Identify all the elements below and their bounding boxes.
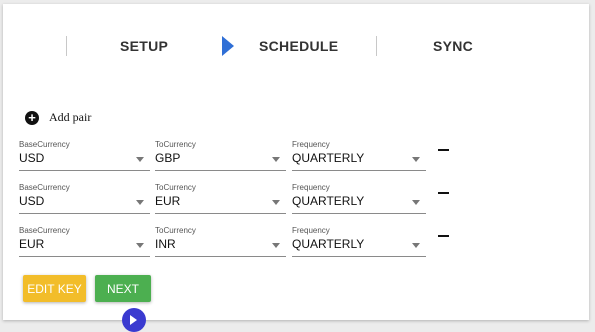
field-label: ToCurrency xyxy=(155,140,196,149)
field-label: Frequency xyxy=(292,183,330,192)
chevron-down-icon xyxy=(136,157,144,162)
field-label: BaseCurrency xyxy=(19,183,70,192)
step-divider xyxy=(66,36,67,56)
chevron-down-icon xyxy=(136,200,144,205)
remove-pair-icon[interactable] xyxy=(438,149,449,151)
field-value: QUARTERLY xyxy=(292,237,365,251)
main-card: SETUP SCHEDULE SYNC + Add pair BaseCurre… xyxy=(3,4,589,320)
chevron-down-icon xyxy=(412,157,420,162)
field-value: QUARTERLY xyxy=(292,151,365,165)
currency-pair-row: BaseCurrency EUR ToCurrency INR Frequenc… xyxy=(3,226,589,264)
field-label: BaseCurrency xyxy=(19,140,70,149)
step-divider xyxy=(376,36,377,56)
field-value: GBP xyxy=(155,151,181,165)
field-label: Frequency xyxy=(292,226,330,235)
field-value: EUR xyxy=(19,237,45,251)
chevron-down-icon xyxy=(412,243,420,248)
field-label: Frequency xyxy=(292,140,330,149)
base-currency-select[interactable]: BaseCurrency USD xyxy=(19,140,150,171)
chevron-down-icon xyxy=(412,200,420,205)
step-sync[interactable]: SYNC xyxy=(433,38,473,54)
frequency-select[interactable]: Frequency QUARTERLY xyxy=(292,226,426,257)
remove-pair-icon[interactable] xyxy=(438,235,449,237)
plus-circle-icon: + xyxy=(25,110,39,125)
to-currency-select[interactable]: ToCurrency INR xyxy=(155,226,286,257)
chevron-down-icon xyxy=(272,243,280,248)
field-value: EUR xyxy=(155,194,181,208)
edit-key-button[interactable]: EDIT KEY xyxy=(23,275,86,302)
remove-pair-icon[interactable] xyxy=(438,192,449,194)
frequency-select[interactable]: Frequency QUARTERLY xyxy=(292,183,426,214)
step-schedule[interactable]: SCHEDULE xyxy=(259,38,338,54)
base-currency-select[interactable]: BaseCurrency USD xyxy=(19,183,150,214)
base-currency-select[interactable]: BaseCurrency EUR xyxy=(19,226,150,257)
to-currency-select[interactable]: ToCurrency EUR xyxy=(155,183,286,214)
chevron-down-icon xyxy=(272,157,280,162)
currency-pair-row: BaseCurrency USD ToCurrency GBP Frequenc… xyxy=(3,140,589,178)
field-value: INR xyxy=(155,237,176,251)
stepper: SETUP SCHEDULE SYNC xyxy=(3,4,589,84)
field-label: ToCurrency xyxy=(155,183,196,192)
to-currency-select[interactable]: ToCurrency GBP xyxy=(155,140,286,171)
currency-pair-row: BaseCurrency USD ToCurrency EUR Frequenc… xyxy=(3,183,589,221)
active-step-arrow-icon xyxy=(222,36,234,56)
field-value: USD xyxy=(19,151,45,165)
field-value: USD xyxy=(19,194,45,208)
step-setup[interactable]: SETUP xyxy=(120,38,168,54)
frequency-select[interactable]: Frequency QUARTERLY xyxy=(292,140,426,171)
next-button[interactable]: NEXT xyxy=(95,275,151,302)
chevron-down-icon xyxy=(272,200,280,205)
chevron-down-icon xyxy=(136,243,144,248)
add-pair-button[interactable]: + Add pair xyxy=(25,110,91,125)
cursor-indicator-icon xyxy=(122,308,146,332)
field-label: ToCurrency xyxy=(155,226,196,235)
field-label: BaseCurrency xyxy=(19,226,70,235)
add-pair-label: Add pair xyxy=(49,110,92,124)
field-value: QUARTERLY xyxy=(292,194,365,208)
